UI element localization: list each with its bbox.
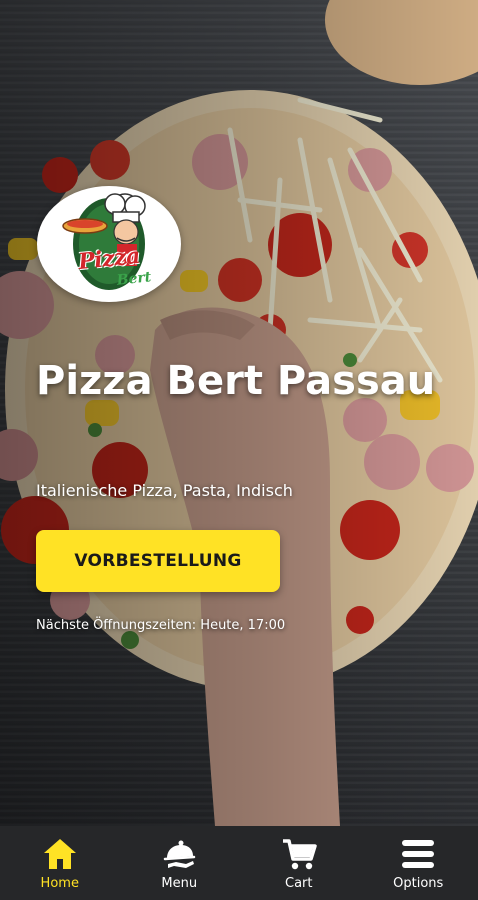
hero-section: Pizza Bert Pizza Bert Passau Italienisch… [0, 0, 478, 826]
nav-label-options: Options [393, 875, 444, 891]
cuisine-subtitle: Italienische Pizza, Pasta, Indisch [36, 481, 293, 500]
nav-item-options[interactable]: Options [368, 831, 468, 895]
nav-label-cart: Cart [285, 875, 313, 891]
hero-overlay [0, 0, 478, 826]
nav-label-home: Home [40, 875, 79, 891]
page-title: Pizza Bert Passau [36, 358, 436, 404]
nav-item-menu[interactable]: Menu [129, 831, 229, 895]
cart-icon [282, 838, 317, 869]
cloche-icon [164, 840, 196, 868]
nav-item-cart[interactable]: Cart [249, 831, 349, 895]
restaurant-logo: Pizza Bert [37, 186, 181, 302]
opening-hours-text: Nächste Öffnungszeiten: Heute, 17:00 [36, 618, 286, 633]
nav-label-menu: Menu [161, 875, 198, 891]
hamburger-icon [402, 839, 435, 868]
bottom-navigation: Home Menu Cart Options [0, 826, 478, 900]
home-icon [43, 838, 76, 869]
nav-item-home[interactable]: Home [10, 831, 110, 895]
preorder-button[interactable]: VORBESTELLUNG [36, 530, 280, 592]
